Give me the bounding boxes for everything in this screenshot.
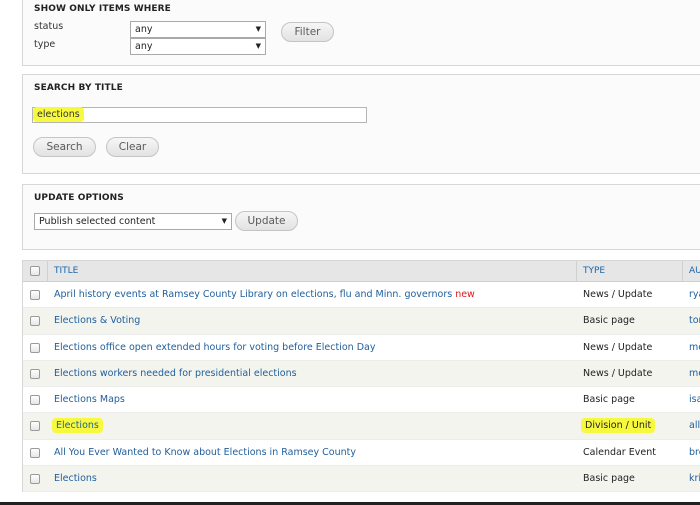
row-type: News / Update <box>583 367 653 379</box>
row-title-link[interactable]: Elections office open extended hours for… <box>54 342 375 353</box>
content-table: TITLE TYPE AU April history events at Ra… <box>22 260 700 493</box>
row-checkbox[interactable] <box>30 290 40 300</box>
chevron-down-icon: ▼ <box>255 25 261 33</box>
row-title-link[interactable]: Elections Maps <box>54 394 125 405</box>
table-row: Elections workers needed for presidentia… <box>23 360 700 388</box>
row-author-link[interactable]: isa <box>689 394 700 405</box>
column-divider <box>576 261 577 281</box>
row-checkbox[interactable] <box>30 447 40 458</box>
row-type-cell: Division / Unit <box>583 420 654 432</box>
row-checkbox[interactable] <box>30 368 40 379</box>
row-title-cell: April history events at Ramsey County Li… <box>54 289 475 300</box>
search-panel-title: SEARCH BY TITLE <box>34 83 123 93</box>
row-type: Basic page <box>583 315 635 327</box>
row-checkbox[interactable] <box>30 395 40 406</box>
search-button[interactable]: Search <box>33 137 96 157</box>
row-checkbox[interactable] <box>30 342 40 353</box>
status-select-value: any <box>135 24 153 35</box>
row-type: News / Update <box>583 341 653 353</box>
row-author-link[interactable]: alli <box>689 420 700 431</box>
table-row: Elections & Voting Basic page tor <box>23 308 700 335</box>
row-title-link[interactable]: Elections & Voting <box>54 315 140 326</box>
header-author[interactable]: AU <box>689 266 700 276</box>
row-type: Basic page <box>583 394 635 406</box>
table-row: Elections Maps Basic page isa <box>23 387 700 414</box>
chevron-down-icon: ▼ <box>221 217 227 225</box>
filter-panel-title: SHOW ONLY ITEMS WHERE <box>34 4 171 14</box>
status-label: status <box>34 21 64 32</box>
row-title-link[interactable]: All You Ever Wanted to Know about Electi… <box>54 447 356 458</box>
column-divider <box>47 261 48 281</box>
row-author-link[interactable]: rya <box>689 289 700 300</box>
table-row: All You Ever Wanted to Know about Electi… <box>23 439 700 467</box>
row-checkbox[interactable] <box>30 474 40 485</box>
clear-button[interactable]: Clear <box>106 137 159 157</box>
header-title[interactable]: TITLE <box>54 266 78 276</box>
row-title-link[interactable]: Elections workers needed for presidentia… <box>54 368 297 379</box>
table-row: Elections office open extended hours for… <box>23 334 700 361</box>
update-panel-title: UPDATE OPTIONS <box>34 193 124 203</box>
row-title-cell: Elections <box>54 420 101 432</box>
table-row: Elections Division / Unit alli <box>23 413 700 440</box>
search-panel: SEARCH BY TITLE elections Search Clear <box>22 74 700 174</box>
row-author-link[interactable]: bro <box>689 447 700 458</box>
table-row: Elections Basic page kri <box>23 466 700 493</box>
row-type: Calendar Event <box>583 446 656 458</box>
row-checkbox[interactable] <box>30 421 40 432</box>
update-panel: UPDATE OPTIONS Publish selected content … <box>22 184 700 250</box>
header-type[interactable]: TYPE <box>583 266 605 276</box>
row-title-link[interactable]: Elections <box>54 420 101 432</box>
row-title-link[interactable]: Elections <box>54 473 97 484</box>
search-input-value: elections <box>35 109 82 120</box>
table-header: TITLE TYPE AU <box>23 261 700 282</box>
column-divider <box>682 261 683 281</box>
table-row: April history events at Ramsey County Li… <box>23 282 700 309</box>
search-input[interactable]: elections <box>32 107 367 123</box>
status-select[interactable]: any ▼ <box>130 21 266 38</box>
filter-panel: SHOW ONLY ITEMS WHERE status any ▼ type … <box>22 0 700 66</box>
type-label: type <box>34 39 56 50</box>
row-type: Basic page <box>583 473 635 485</box>
update-action-value: Publish selected content <box>39 216 156 227</box>
row-author-link[interactable]: kri <box>689 473 700 484</box>
select-all-checkbox[interactable] <box>30 266 40 276</box>
row-type: News / Update <box>583 289 653 300</box>
type-select-value: any <box>135 41 153 52</box>
row-title-link[interactable]: April history events at Ramsey County Li… <box>54 289 452 300</box>
row-checkbox[interactable] <box>30 316 40 327</box>
filter-button[interactable]: Filter <box>281 22 334 42</box>
row-author-link[interactable]: tor <box>689 315 700 326</box>
new-badge: new <box>455 289 475 300</box>
update-action-select[interactable]: Publish selected content ▼ <box>34 213 232 230</box>
chevron-down-icon: ▼ <box>255 42 261 50</box>
row-type: Division / Unit <box>583 420 654 432</box>
row-author-link[interactable]: me <box>689 342 700 353</box>
type-select[interactable]: any ▼ <box>130 38 266 55</box>
row-author-link[interactable]: me <box>689 368 700 379</box>
update-button[interactable]: Update <box>235 211 298 231</box>
